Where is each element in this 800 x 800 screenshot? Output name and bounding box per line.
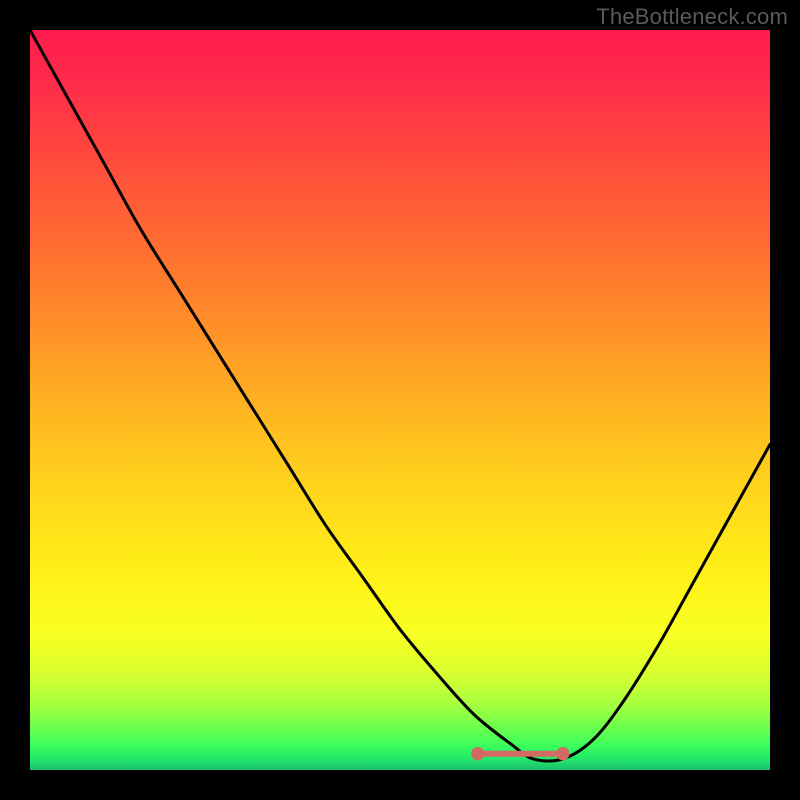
- curve-layer: [30, 30, 770, 770]
- bottleneck-curve: [30, 30, 770, 761]
- optimal-range-dot-left: [471, 747, 484, 760]
- optimal-range-dot-right: [556, 747, 569, 760]
- optimal-range-indicator: [471, 747, 569, 760]
- attribution-text: TheBottleneck.com: [596, 4, 788, 30]
- chart-frame: TheBottleneck.com: [0, 0, 800, 800]
- plot-area: [30, 30, 770, 770]
